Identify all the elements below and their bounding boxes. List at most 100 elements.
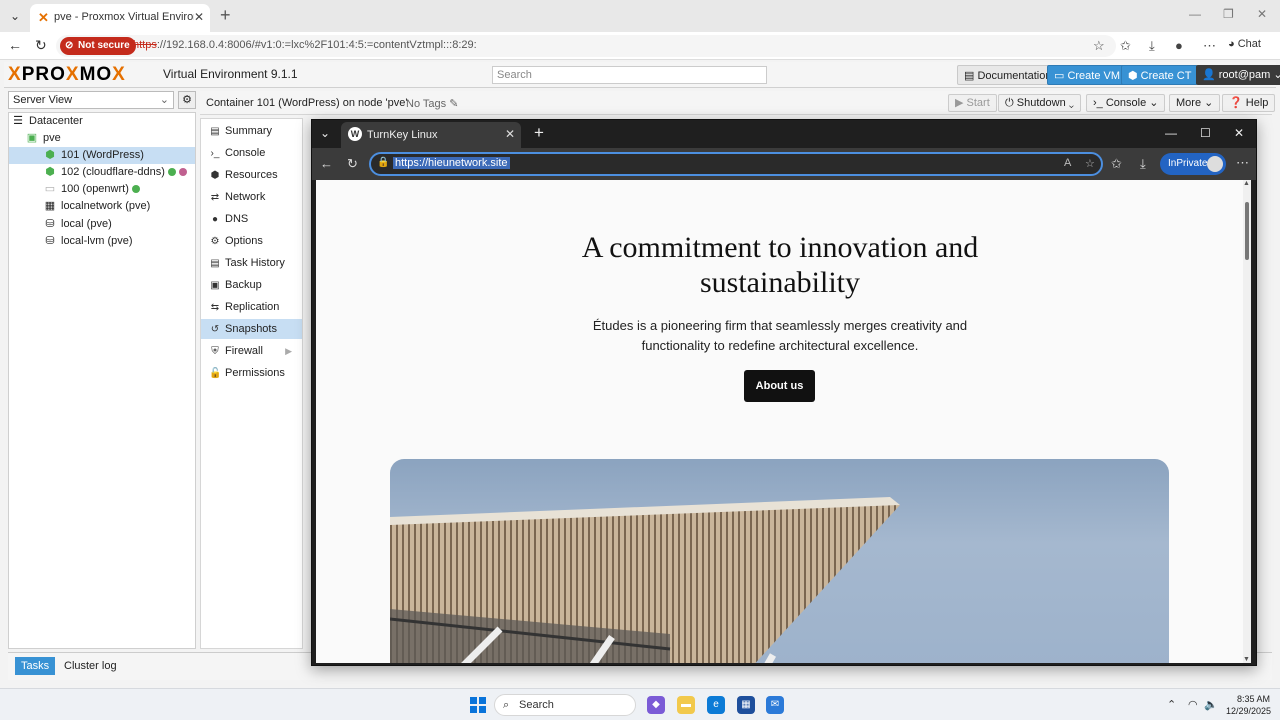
downloads-icon[interactable]: ⤓ (1149, 38, 1155, 54)
start-icon[interactable] (470, 697, 486, 713)
help-button[interactable]: ❓ Help (1222, 94, 1276, 112)
tree-item-102[interactable]: ⬢ 102 (cloudflare-ddns) (43, 164, 195, 181)
menu-item-task-history[interactable]: ▤ Task History (201, 253, 302, 273)
page-title: Container 101 (WordPress) on node 'pve' (206, 97, 408, 109)
tree-item-label: 102 (cloudflare-ddns) (61, 166, 165, 178)
tags-editor[interactable]: No Tags ✎ (406, 97, 458, 110)
close-tab-icon[interactable]: ✕ (505, 127, 515, 141)
volume-icon[interactable]: 🔈 (1204, 698, 1218, 711)
about-us-button[interactable]: About us (744, 370, 815, 402)
menu-item-backup[interactable]: ▣ Backup (201, 275, 302, 295)
menu-item-summary[interactable]: ▤ Summary (201, 121, 302, 141)
tree-item-100[interactable]: ▭ 100 (openwrt) (43, 181, 195, 198)
scroll-thumb[interactable] (1245, 202, 1249, 260)
pencil-icon[interactable]: ✎ (449, 98, 458, 110)
tab-cluster-log[interactable]: Cluster log (64, 660, 117, 672)
tree-item-local-lvm[interactable]: ⛁ local-lvm (pve) (43, 233, 195, 250)
tab-actions-icon[interactable]: ⌄ (320, 126, 330, 140)
documentation-button[interactable]: ▤ Documentation (957, 65, 1059, 85)
shutdown-button[interactable]: ⏻ Shutdown ⌄ (998, 94, 1081, 112)
more-button[interactable]: More ⌄ (1169, 94, 1221, 112)
new-tab-icon[interactable]: + (220, 5, 231, 26)
url-field[interactable]: ⊘ Not secure https://192.168.0.4:8006/#v… (56, 35, 1116, 57)
tab-tasks[interactable]: Tasks (15, 657, 56, 675)
hero-heading: A commitment to innovation and sustainab… (316, 230, 1244, 300)
tree-item-pve[interactable]: ▣ pve (25, 130, 195, 147)
not-secure-badge[interactable]: ⊘ Not secure (60, 37, 136, 55)
tree-item-101[interactable]: ⬢ 101 (WordPress) (9, 147, 195, 164)
store-icon[interactable]: ▦ (737, 696, 755, 714)
menu-item-snapshots[interactable]: ↺ Snapshots (201, 319, 302, 339)
new-tab-icon[interactable]: + (534, 123, 544, 143)
menu-item-label: Console (225, 147, 266, 159)
gear-icon[interactable]: ⚙ (178, 91, 196, 109)
minimize-icon[interactable]: — (1165, 126, 1177, 140)
menu-item-firewall[interactable]: ⛨ Firewall ▶ (201, 341, 302, 361)
maximize-icon[interactable]: ☐ (1200, 126, 1211, 140)
taskbar-search[interactable]: ⌕ Search (494, 694, 636, 716)
more-menu-icon[interactable]: ⋯ (1236, 155, 1249, 171)
tree-item-localnetwork[interactable]: ▦ localnetwork (pve) (43, 198, 195, 215)
tree-item-local[interactable]: ⛁ local (pve) (43, 216, 195, 233)
back-icon[interactable]: ← (8, 37, 22, 53)
refresh-icon[interactable]: ↻ (347, 156, 358, 172)
inner-url-field[interactable]: 🔒 https://hieunetwork.site A ☆ (369, 152, 1103, 176)
inner-tab-turnkey[interactable]: W TurnKey Linux ✕ (341, 122, 521, 148)
menu-item-network[interactable]: ⇄ Network (201, 187, 302, 207)
favorite-star-icon[interactable]: ☆ (1085, 157, 1095, 170)
retweet-icon: ⇆ (210, 302, 220, 313)
host-tab-strip: ⌄ ✕ pve - Proxmox Virtual Environment ✕ … (0, 0, 1280, 32)
inner-url-text[interactable]: https://hieunetwork.site (393, 157, 510, 169)
inner-tab-title: TurnKey Linux (367, 129, 438, 141)
tree-item-label: Datacenter (29, 115, 83, 127)
scroll-down-icon[interactable]: ▼ (1243, 656, 1250, 663)
system-clock[interactable]: 8:35 AM 12/29/2025 (1226, 693, 1271, 717)
vertical-scrollbar[interactable]: ▲ ▼ (1243, 180, 1251, 663)
outlook-icon[interactable]: ✉ (766, 696, 784, 714)
chevron-up-icon[interactable]: ⌃ (1167, 698, 1176, 711)
inprivate-badge[interactable]: InPrivate (1160, 153, 1226, 175)
inner-address-bar: ← ↻ 🔒 https://hieunetwork.site A ☆ ✩ ⤓ I… (312, 148, 1256, 180)
menu-item-console[interactable]: ›_ Console (201, 143, 302, 163)
menu-item-permissions[interactable]: 🔓 Permissions (201, 363, 302, 383)
view-selector[interactable]: Server View ⌄ (8, 91, 174, 109)
tab-actions-icon[interactable]: ⌄ (6, 7, 24, 25)
close-tab-icon[interactable]: ✕ (194, 10, 204, 24)
user-menu-button[interactable]: 👤 root@pam ⌄ (1196, 65, 1280, 85)
create-vm-button[interactable]: ▭ Create VM (1047, 65, 1128, 85)
restore-icon[interactable]: ❐ (1223, 7, 1234, 21)
url-text[interactable]: https://192.168.0.4:8006/#v1:0:=lxc%2F10… (133, 39, 477, 51)
edge-icon[interactable]: e (707, 696, 725, 714)
favorites-icon[interactable]: ✩ (1120, 38, 1131, 54)
file-explorer-icon[interactable]: ▬ (677, 696, 695, 714)
copilot-app-icon[interactable]: ◆ (647, 696, 665, 714)
menu-item-replication[interactable]: ⇆ Replication (201, 297, 302, 317)
host-tab-pve[interactable]: ✕ pve - Proxmox Virtual Environment ✕ (30, 4, 210, 32)
refresh-icon[interactable]: ↻ (35, 37, 47, 54)
favorites-icon[interactable]: ✩ (1111, 156, 1122, 172)
menu-item-resources[interactable]: ⬢ Resources (201, 165, 302, 185)
minimize-icon[interactable]: — (1189, 7, 1201, 21)
copilot-chat-button[interactable]: ◕ Chat (1228, 38, 1261, 50)
resource-tree: ☰ Datacenter ▣ pve ⬢ 101 (WordPress) ⬢ 102 (… (8, 112, 196, 649)
scroll-up-icon[interactable]: ▲ (1243, 180, 1250, 187)
profile-icon[interactable]: ● (1175, 38, 1183, 53)
logo-x-end: X (112, 64, 126, 85)
chevron-down-icon: ⌄ (159, 94, 169, 106)
back-icon[interactable]: ← (320, 156, 333, 171)
start-button[interactable]: ▶ Start (948, 94, 997, 112)
downloads-icon[interactable]: ⤓ (1140, 156, 1146, 172)
menu-item-options[interactable]: ⚙ Options (201, 231, 302, 251)
tree-item-datacenter[interactable]: ☰ Datacenter (11, 113, 195, 130)
create-ct-button[interactable]: ⬢ Create CT (1121, 65, 1199, 85)
favorite-star-icon[interactable]: ☆ (1093, 38, 1105, 54)
console-button[interactable]: ›_ Console ⌄ (1086, 94, 1166, 112)
close-window-icon[interactable]: ✕ (1234, 126, 1244, 140)
more-menu-icon[interactable]: ⋯ (1203, 38, 1216, 54)
search-input[interactable]: Search (492, 66, 767, 84)
tree-item-label: local-lvm (pve) (61, 235, 133, 247)
read-aloud-icon[interactable]: A (1064, 157, 1071, 169)
menu-item-dns[interactable]: ● DNS (201, 209, 302, 229)
wifi-icon[interactable]: ◠ (1188, 698, 1198, 711)
close-window-icon[interactable]: ✕ (1257, 7, 1267, 21)
